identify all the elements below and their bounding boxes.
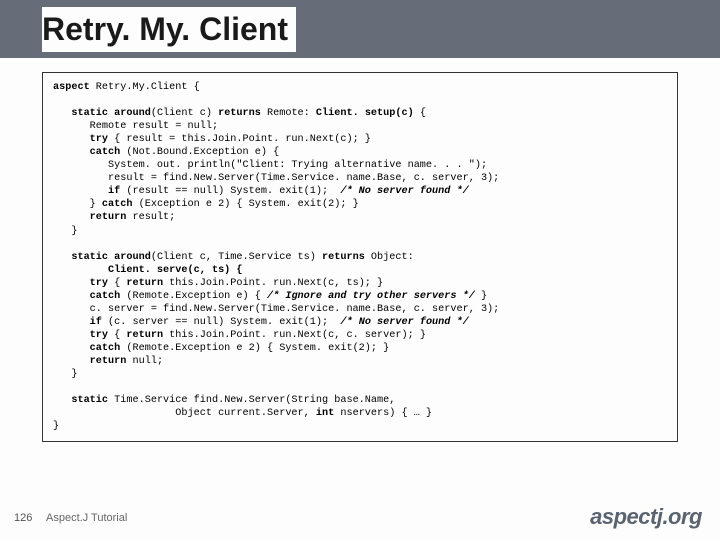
footer-label: Aspect.J Tutorial: [46, 512, 127, 524]
slide-title: Retry. My. Client: [42, 7, 296, 52]
page-number: 126: [14, 512, 32, 524]
footer: 126 Aspect.J Tutorial aspectj.org: [0, 504, 720, 534]
title-bar: Retry. My. Client: [0, 0, 720, 58]
code-block: aspect Retry.My.Client { static around(C…: [42, 72, 678, 442]
logo: aspectj.org: [590, 504, 702, 530]
